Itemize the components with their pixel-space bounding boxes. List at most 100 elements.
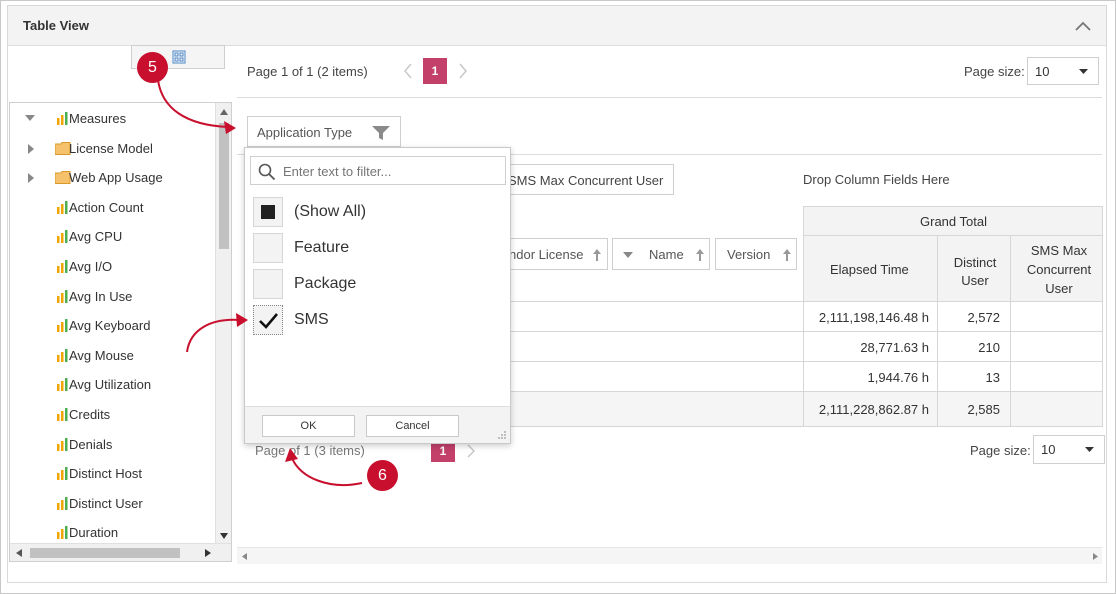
checkbox-checked[interactable] [253,305,283,335]
sort-ascending-icon[interactable] [696,249,704,261]
field-list-item[interactable]: Web App Usage [10,167,215,189]
field-list-item[interactable]: Avg CPU [10,226,215,248]
data-field-label: SMS Max Concurrent User [508,173,664,188]
field-list-item-label: Avg Utilization [69,377,152,393]
field-list-item[interactable]: License Model [10,138,215,160]
field-list-item[interactable]: Avg I/O [10,256,215,278]
bottom-page-size-select[interactable]: 10 [1033,435,1105,464]
application-type-filter-popup: (Show All) Feature Package SMS OK Cancel [244,147,511,444]
drop-column-fields-area[interactable]: Drop Column Fields Here [803,172,950,187]
scroll-up-icon[interactable] [220,109,228,115]
cell-sms-total [1010,391,1103,427]
column-header-elapsed-time[interactable]: Elapsed Time [803,235,938,302]
row-field-version[interactable]: Version [715,238,797,270]
cell-elapsed-row-1: 2,111,198,146.48 h [803,301,938,332]
cell-value: 210 [978,340,1000,355]
filter-option-package[interactable]: Package [253,267,481,301]
panel-header: Table View [8,6,1106,46]
row-field-label: Name [649,247,684,262]
filter-option-show-all[interactable]: (Show All) [253,195,481,229]
field-list-item[interactable]: Avg Keyboard [10,315,215,337]
caret-right-icon[interactable] [28,173,35,184]
filter-popup-footer: OK Cancel [245,406,510,443]
next-page-icon[interactable] [458,62,468,80]
filter-option-feature[interactable]: Feature [253,231,481,265]
scroll-left-icon[interactable] [16,549,22,557]
cell-elapsed-row-3: 1,944.76 h [803,361,938,392]
measure-chart-icon [57,467,68,481]
field-list-item-label: Credits [69,407,111,422]
scrollbar-thumb[interactable] [219,123,229,249]
scroll-right-icon[interactable] [1093,553,1098,560]
field-list-item-label: Avg In Use [69,288,133,304]
filter-icon[interactable] [372,126,390,140]
column-header-label: Distinct User [953,255,997,288]
filter-search-box[interactable] [250,156,506,185]
resize-grip-icon[interactable] [497,430,507,440]
next-page-icon[interactable] [466,443,476,459]
prev-page-icon[interactable] [403,62,413,80]
field-list-item[interactable]: Measures [10,108,215,130]
top-page-size-select[interactable]: 10 [1027,57,1099,85]
chevron-down-icon[interactable] [623,252,633,258]
measure-chart-icon [57,289,68,303]
filter-search-input[interactable] [281,161,501,181]
caret-right-icon[interactable] [28,143,35,154]
field-list-item[interactable]: Denials [10,434,215,456]
application-type-filter-field[interactable]: Application Type [247,116,401,147]
chevron-down-icon [1085,447,1094,452]
row-field-name[interactable]: Name [612,238,710,270]
measure-chart-icon [57,526,68,540]
field-list-item[interactable]: Distinct Host [10,463,215,485]
callout-step-6: 6 [367,460,398,491]
row-field-label: ndor License [509,247,584,262]
filter-option-sms[interactable]: SMS [253,303,481,337]
field-list-vertical-scrollbar[interactable] [215,103,231,543]
grid-horizontal-scrollbar[interactable] [237,547,1102,564]
measure-chart-icon [57,378,68,392]
column-header-label: Elapsed Time [830,262,909,277]
field-list-item[interactable]: Avg Utilization [10,374,215,396]
filter-option-label: (Show All) [294,203,367,220]
scroll-down-icon[interactable] [220,533,228,539]
filter-option-label: SMS [294,311,329,328]
grand-total-header: Grand Total [803,206,1103,236]
checkbox-indeterminate[interactable] [253,197,283,227]
measure-chart-icon [57,437,68,451]
field-list-tree[interactable]: Measures License Model Web App Usage Action… [9,102,232,562]
field-list-item[interactable]: Duration [10,522,215,544]
data-field-sms-max-concurrent-user[interactable]: SMS Max Concurrent User [500,164,674,195]
scrollbar-thumb[interactable] [30,548,180,558]
column-header-distinct-user[interactable]: Distinct User [937,235,1011,302]
field-list-item[interactable]: Action Count [10,197,215,219]
cancel-button[interactable]: Cancel [366,415,459,437]
field-list-item[interactable]: Avg In Use [10,286,215,308]
field-list-item-label: Distinct User [69,495,143,511]
bottom-page-size-label: Page size: [970,443,1031,458]
top-pager-current-page[interactable]: 1 [423,58,447,84]
scroll-right-icon[interactable] [205,549,211,557]
scroll-left-icon[interactable] [242,553,247,560]
checkbox-unchecked[interactable] [253,269,283,299]
ok-button[interactable]: OK [262,415,355,437]
column-header-sms-max-concurrent-user[interactable]: SMS Max Concurrent User [1010,235,1103,302]
field-list-item[interactable]: Avg Mouse [10,345,215,367]
sort-ascending-icon[interactable] [783,249,791,261]
cell-distinct-row-2: 210 [937,331,1011,362]
field-list-horizontal-scrollbar[interactable] [10,543,231,561]
field-list-item-label: Duration [69,525,119,541]
sort-ascending-icon[interactable] [593,249,601,261]
field-list-item[interactable]: Distinct User [10,493,215,515]
field-list-item-label: Web App Usage [69,170,163,186]
cell-distinct-row-3: 13 [937,361,1011,392]
grand-total-label: Grand Total [920,214,987,229]
filter-options-list: (Show All) Feature Package SMS [250,193,482,345]
chevron-up-icon[interactable] [1074,20,1092,32]
row-header-cell [510,361,804,392]
row-field-vendor-license[interactable]: ndor License [498,238,608,270]
filter-option-label: Feature [294,239,350,256]
field-list-item[interactable]: Credits [10,404,215,426]
caret-down-icon[interactable] [25,115,35,123]
checkbox-unchecked[interactable] [253,233,283,263]
field-list-item-label: Distinct Host [69,466,142,482]
